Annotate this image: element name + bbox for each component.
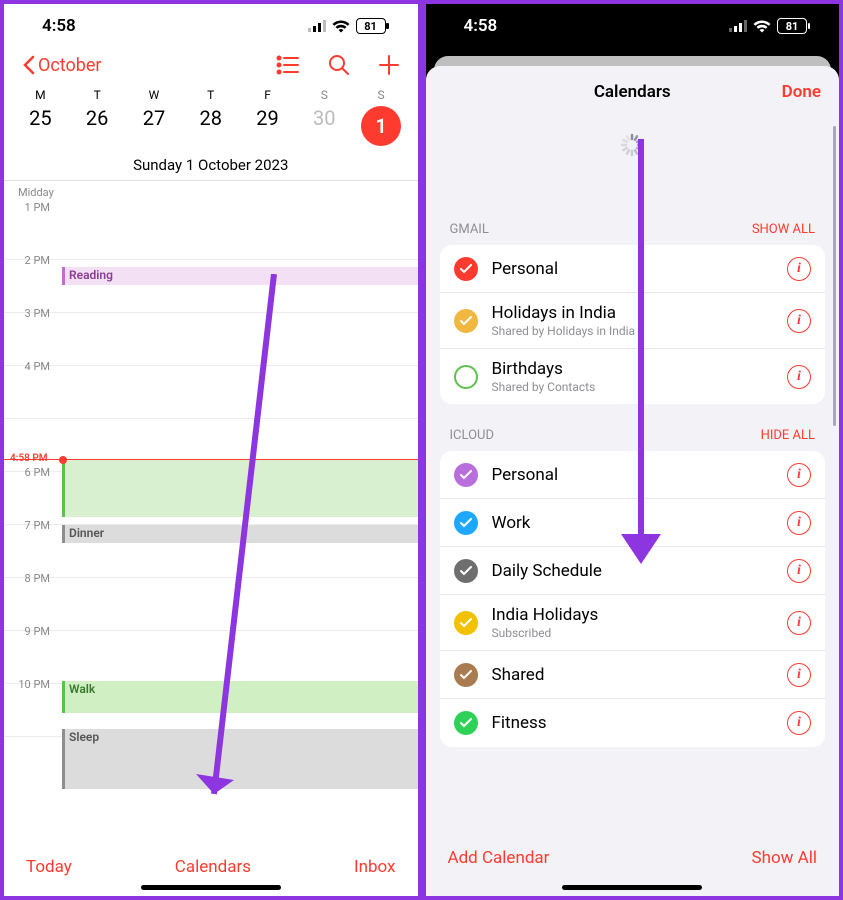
calendar-name: Personal [492, 259, 788, 279]
icloud-section-header: ICLOUD HIDE ALL [426, 428, 840, 451]
add-calendar-button[interactable]: Add Calendar [448, 848, 550, 868]
search-icon[interactable] [328, 54, 350, 76]
calendar-row[interactable]: Holidays in IndiaShared by Holidays in I… [440, 293, 826, 349]
calendar-checkbox[interactable] [454, 257, 478, 281]
calendar-row[interactable]: Personali [440, 451, 826, 499]
wifi-icon [332, 20, 350, 33]
now-indicator: 4:58 PM [4, 459, 418, 460]
calendar-row[interactable]: India HolidaysSubscribedi [440, 595, 826, 651]
calendars-button[interactable]: Calendars [175, 857, 251, 877]
calendar-name: Birthdays [492, 359, 788, 379]
calendar-row[interactable]: Worki [440, 499, 826, 547]
loading-spinner-icon [619, 132, 645, 158]
sheet-title: Calendars [594, 82, 671, 102]
list-view-icon[interactable] [276, 54, 300, 76]
calendar-row[interactable]: Daily Schedulei [440, 547, 826, 595]
date-30[interactable]: 30 [296, 106, 353, 146]
calendar-checkbox[interactable] [454, 559, 478, 583]
info-icon[interactable]: i [787, 309, 811, 333]
today-button[interactable]: Today [26, 857, 72, 877]
calendar-checkbox[interactable] [454, 663, 478, 687]
info-icon[interactable]: i [787, 257, 811, 281]
full-date-label: Sunday 1 October 2023 [4, 156, 418, 181]
calendar-row[interactable]: Personali [440, 245, 826, 293]
event-sleep[interactable]: Sleep [62, 729, 418, 789]
status-time: 4:58 [42, 16, 76, 36]
calendar-row[interactable]: Sharedi [440, 651, 826, 699]
calendar-row[interactable]: Fitnessi [440, 699, 826, 747]
inbox-button[interactable]: Inbox [354, 857, 396, 877]
back-button[interactable]: October [22, 55, 102, 76]
calendar-day-screen: 4:58 81 October MTWTFSS 25 26 27 28 29 3… [0, 0, 422, 900]
date-27[interactable]: 27 [126, 106, 183, 146]
event-dinner[interactable]: Dinner [62, 525, 418, 543]
calendar-subtitle: Shared by Holidays in India [492, 324, 788, 338]
date-29[interactable]: 29 [239, 106, 296, 146]
weekday-header: MTWTFSS [4, 82, 418, 102]
calendar-subtitle: Subscribed [492, 626, 788, 640]
info-icon[interactable]: i [787, 559, 811, 583]
calendar-checkbox[interactable] [454, 463, 478, 487]
calendar-name: Daily Schedule [492, 561, 788, 581]
cellular-icon [308, 20, 326, 32]
show-all-button[interactable]: Show All [751, 848, 817, 868]
status-bar: 4:58 81 [426, 4, 840, 48]
home-indicator [562, 885, 702, 890]
scroll-indicator[interactable] [833, 126, 836, 426]
calendar-checkbox[interactable] [454, 711, 478, 735]
gmail-show-all[interactable]: SHOW ALL [752, 222, 815, 237]
date-1-selected[interactable]: 1 [353, 106, 410, 146]
calendars-sheet: Calendars Done GMAIL SHOW ALL PersonaliH… [426, 66, 840, 896]
info-icon[interactable]: i [787, 611, 811, 635]
cellular-icon [729, 20, 747, 32]
nav-bar: October [4, 48, 418, 82]
date-28[interactable]: 28 [182, 106, 239, 146]
calendar-name: India Holidays [492, 605, 788, 625]
calendar-name: Personal [492, 465, 788, 485]
calendar-name: Fitness [492, 713, 788, 733]
status-icons: 81 [308, 18, 386, 34]
status-bar: 4:58 81 [4, 4, 418, 48]
status-time: 4:58 [464, 16, 498, 36]
calendar-checkbox[interactable] [454, 365, 478, 389]
calendar-name: Holidays in India [492, 303, 788, 323]
chevron-left-icon [22, 55, 36, 75]
status-icons: 81 [729, 18, 807, 34]
info-icon[interactable]: i [787, 663, 811, 687]
info-icon[interactable]: i [787, 511, 811, 535]
date-row: 25 26 27 28 29 30 1 [4, 102, 418, 156]
done-button[interactable]: Done [782, 82, 821, 102]
calendar-checkbox[interactable] [454, 309, 478, 333]
info-icon[interactable]: i [787, 365, 811, 389]
event-current[interactable] [62, 459, 418, 517]
event-reading[interactable]: Reading [62, 267, 418, 285]
calendar-checkbox[interactable] [454, 511, 478, 535]
calendars-sheet-screen: 4:58 81 Calendars Done GMAIL SHOW ALL Pe… [422, 0, 843, 900]
date-26[interactable]: 26 [69, 106, 126, 146]
calendar-name: Shared [492, 665, 788, 685]
battery-icon: 81 [356, 18, 386, 34]
info-icon[interactable]: i [787, 711, 811, 735]
back-label: October [38, 55, 102, 76]
icloud-hide-all[interactable]: HIDE ALL [761, 428, 815, 443]
calendar-subtitle: Shared by Contacts [492, 380, 788, 394]
date-25[interactable]: 25 [12, 106, 69, 146]
gmail-section-header: GMAIL SHOW ALL [426, 222, 840, 245]
timeline[interactable]: Midday 1 PM 2 PM 3 PM 4 PM 6 PM 7 PM 8 P… [4, 181, 418, 817]
battery-icon: 81 [777, 18, 807, 34]
midday-label: Midday [4, 186, 54, 199]
calendar-row[interactable]: BirthdaysShared by Contactsi [440, 349, 826, 404]
info-icon[interactable]: i [787, 463, 811, 487]
calendar-checkbox[interactable] [454, 611, 478, 635]
gmail-calendar-group: PersonaliHolidays in IndiaShared by Holi… [440, 245, 826, 404]
home-indicator [141, 885, 281, 890]
calendar-name: Work [492, 513, 788, 533]
icloud-calendar-group: PersonaliWorkiDaily ScheduleiIndia Holid… [440, 451, 826, 747]
event-walk[interactable]: Walk [62, 681, 418, 713]
wifi-icon [753, 20, 771, 33]
plus-icon[interactable] [378, 54, 400, 76]
